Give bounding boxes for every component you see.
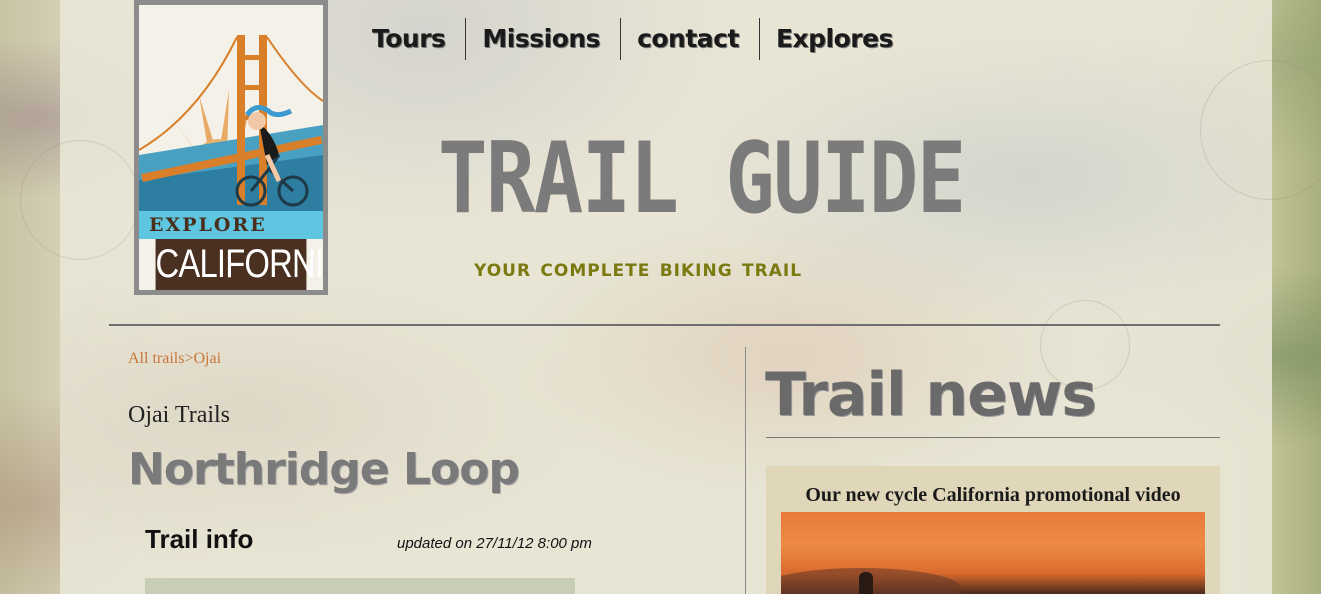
nav-tours[interactable]: Tours — [356, 18, 467, 60]
news-card: Our new cycle California promotional vid… — [766, 466, 1220, 594]
logo-artwork: EXPLORE CALIFORNIA — [139, 5, 323, 290]
logo-explore-text: EXPLORE — [139, 211, 323, 239]
nav-contact[interactable]: contact — [621, 18, 760, 60]
trail-info-panel — [145, 578, 575, 594]
breadcrumb-all-trails[interactable]: All trails — [128, 350, 184, 367]
video-figure-silhouette — [859, 572, 873, 594]
nav-missions[interactable]: Missions — [466, 18, 622, 60]
cyclist-bridge-illustration — [139, 35, 323, 211]
promo-video-thumbnail[interactable] — [781, 512, 1205, 594]
breadcrumb-current[interactable]: Ojai — [193, 350, 221, 367]
trail-info-heading: Trail info — [145, 524, 254, 554]
site-title: TRAIL GUIDE — [438, 122, 966, 236]
column-divider — [745, 347, 746, 594]
news-heading: Trail news — [765, 360, 1097, 430]
trail-section-heading: Ojai Trails — [128, 402, 231, 428]
news-card-title[interactable]: Our new cycle California promotional vid… — [766, 484, 1220, 507]
breadcrumb: All trails>Ojai — [128, 350, 221, 368]
header-divider — [109, 324, 1220, 326]
main-nav: Tours Missions contact Explores — [356, 18, 913, 60]
trail-updated-timestamp: updated on 27/11/12 8:00 pm — [397, 535, 592, 552]
trail-name: Northridge Loop — [128, 444, 520, 495]
site-logo[interactable]: EXPLORE CALIFORNIA — [134, 0, 328, 295]
nav-explores[interactable]: Explores — [760, 18, 913, 60]
site-tagline: your complete biking trail — [474, 254, 803, 282]
news-divider — [766, 437, 1220, 438]
logo-california-text: CALIFORNIA — [155, 239, 323, 290]
